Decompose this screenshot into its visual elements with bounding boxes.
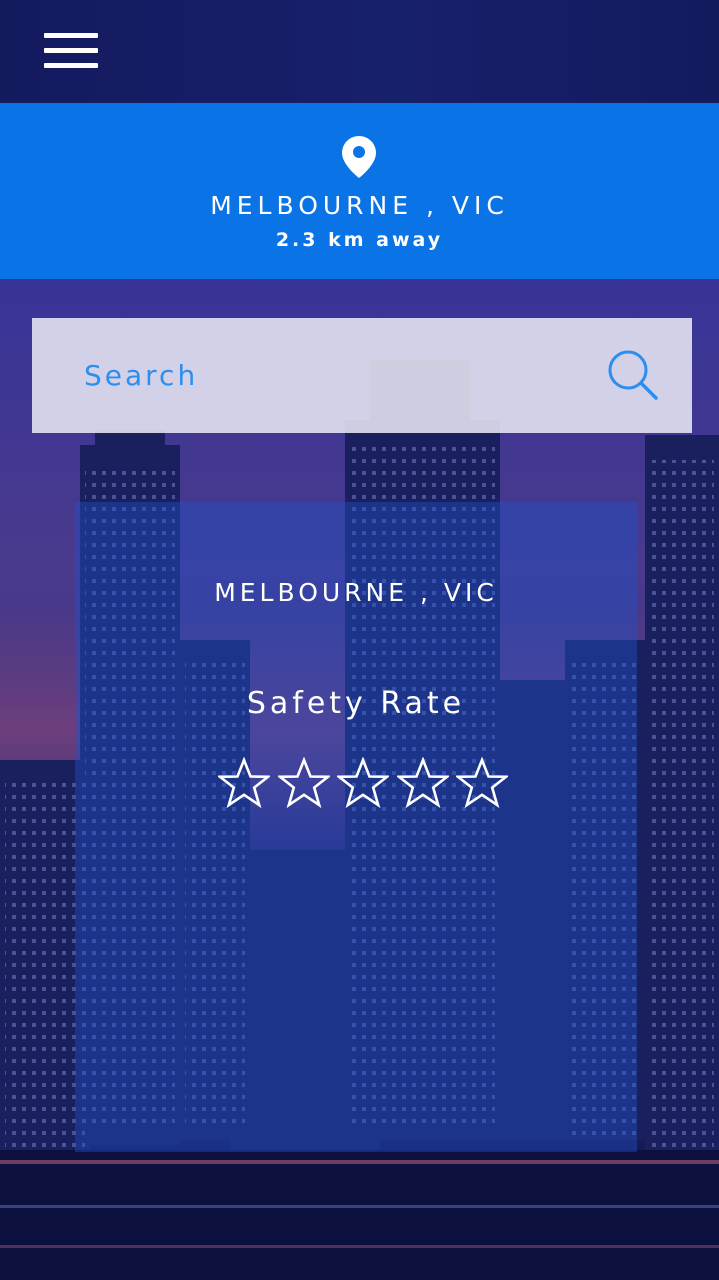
location-banner: MELBOURNE , VIC 2.3 km away [0,103,719,279]
star-icon-2[interactable] [277,757,330,809]
card-city-name: MELBOURNE , VIC [214,578,498,607]
safety-rate-label: Safety Rate [246,686,466,721]
search-input[interactable] [84,350,564,400]
search-bar [32,318,692,433]
search-icon[interactable] [606,348,660,402]
hamburger-menu-icon[interactable] [44,33,98,71]
star-icon-1[interactable] [218,757,270,809]
star-icon-3[interactable] [337,757,389,809]
safety-rating-stars [218,757,508,811]
location-info-card: MELBOURNE , VIC Safety Rate [75,502,637,1152]
map-pin-icon [342,136,376,178]
star-icon-4[interactable] [396,757,449,809]
star-icon-5[interactable] [456,757,508,809]
top-bar [0,0,719,103]
location-name: MELBOURNE , VIC [210,191,509,220]
location-distance: 2.3 km away [275,229,444,251]
